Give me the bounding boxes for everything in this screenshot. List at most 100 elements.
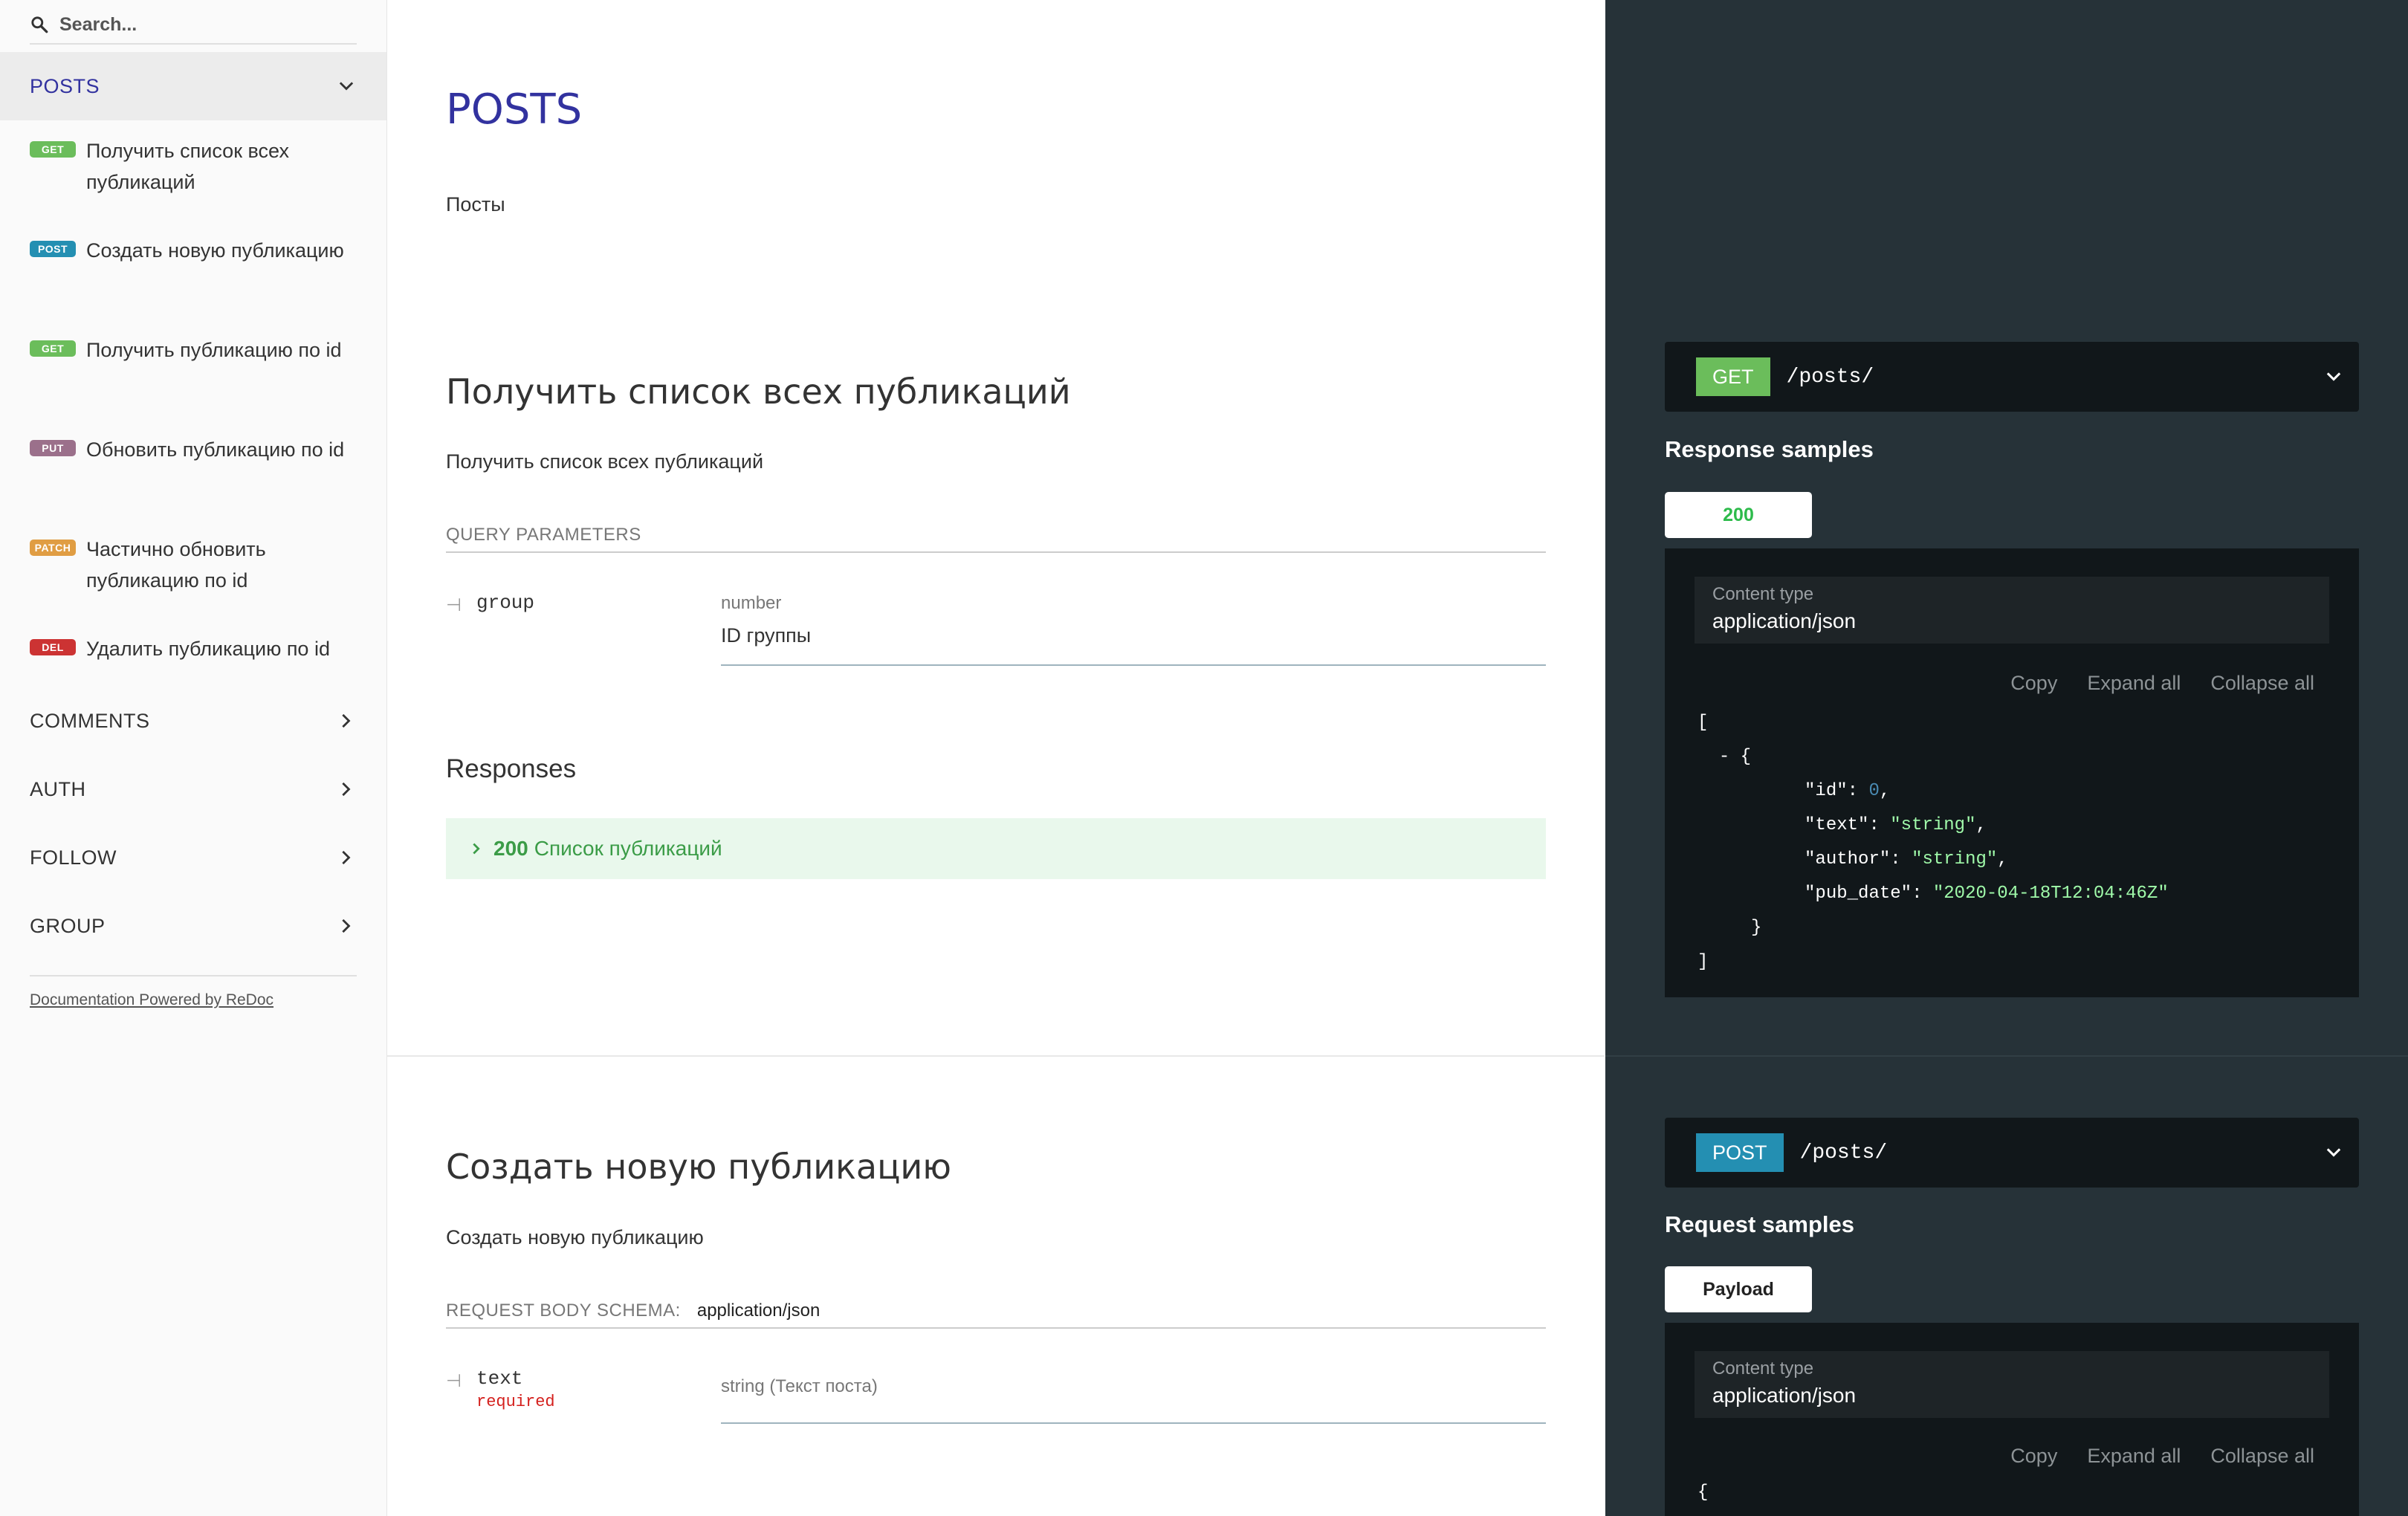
param-type: number xyxy=(721,593,782,613)
method-badge: POST xyxy=(30,241,76,257)
chevron-down-icon xyxy=(339,82,354,91)
chevron-down-icon xyxy=(2326,1148,2341,1157)
operation-description: Получить список всех публикаций xyxy=(446,450,764,473)
sidebar-item-label: Получить список всех публикаций xyxy=(86,140,289,193)
operation-title: Создать новую публикацию xyxy=(446,1147,952,1187)
collapse-all-button[interactable]: Collapse all xyxy=(2210,672,2314,695)
json-open-bracket: [ xyxy=(1697,713,1709,733)
json-key: "text" xyxy=(1805,815,1869,835)
param-name: group xyxy=(476,592,535,614)
endpoint-method: GET xyxy=(1696,357,1770,396)
param-tree-line-icon: ⊣ xyxy=(446,1371,462,1391)
method-badge: GET xyxy=(30,340,76,357)
sidebar-group-group[interactable]: GROUP xyxy=(0,892,386,960)
field-divider xyxy=(721,1422,1546,1424)
sidebar-item-patch-post[interactable]: PATCH Частично обновить публикацию по id xyxy=(0,519,386,618)
main-content: POSTS Посты Получить список всех публика… xyxy=(387,0,1605,1516)
sidebar-group-label: FOLLOW xyxy=(30,846,117,869)
code-sample-panel: Content type application/json Copy Expan… xyxy=(1665,1323,2359,1516)
sidebar-item-update-post[interactable]: PUT Обновить публикацию по id xyxy=(0,419,386,519)
field-name: text xyxy=(476,1367,523,1390)
chevron-down-icon xyxy=(2326,372,2341,381)
endpoint-path: /posts/ xyxy=(1799,1141,1888,1164)
json-sample: { xyxy=(1697,1476,1708,1510)
method-badge: DEL xyxy=(30,639,76,655)
sidebar-item-get-post-by-id[interactable]: GET Получить публикацию по id xyxy=(0,320,386,419)
content-type-value: application/json xyxy=(1712,1384,1857,1407)
response-tab-200[interactable]: 200 xyxy=(1665,492,1812,538)
content-type-value: application/json xyxy=(1712,609,1857,632)
code-actions: Copy Expand all Collapse all xyxy=(2010,672,2314,695)
samples-title: Response samples xyxy=(1665,436,1874,462)
responses-title: Responses xyxy=(446,754,577,783)
chevron-right-icon xyxy=(342,713,351,728)
sidebar-group-label: GROUP xyxy=(30,914,106,937)
payload-tab[interactable]: Payload xyxy=(1665,1266,1812,1312)
chevron-right-icon xyxy=(342,919,351,933)
endpoint-method: POST xyxy=(1696,1133,1784,1172)
method-badge: PATCH xyxy=(30,540,76,556)
json-close-bracket: ] xyxy=(1697,952,1709,972)
field-type: string (Текст поста) xyxy=(721,1376,878,1396)
sidebar-item-label: Создать новую публикацию xyxy=(86,239,344,262)
json-sample: [ - { "id": 0, "text": "string", "author… xyxy=(1697,713,2169,972)
tag-description: Посты xyxy=(446,193,505,216)
sidebar-item-label: Частично обновить публикацию по id xyxy=(86,538,266,592)
sidebar-group-posts[interactable]: POSTS xyxy=(0,52,386,120)
endpoint-toggle[interactable]: POST /posts/ xyxy=(1665,1118,2359,1188)
sidebar: POSTS GET Получить список всех публикаци… xyxy=(0,0,387,1516)
json-key: "pub_date" xyxy=(1805,884,1912,904)
sidebar-nav: POSTS GET Получить список всех публикаци… xyxy=(0,52,386,960)
search-input[interactable] xyxy=(59,13,342,36)
expand-all-button[interactable]: Expand all xyxy=(2087,672,2181,695)
json-value: "string" xyxy=(1890,815,1976,835)
sidebar-item-label: Обновить публикацию по id xyxy=(86,438,345,461)
schema-content-type: application/json xyxy=(696,1300,821,1321)
sidebar-group-label: COMMENTS xyxy=(30,709,150,732)
sidebar-item-label: Удалить публикацию по id xyxy=(86,638,330,660)
json-key: "id" xyxy=(1805,781,1848,801)
chevron-right-icon xyxy=(473,843,480,855)
schema-label: REQUEST BODY SCHEMA: xyxy=(446,1300,681,1321)
powered-by-redoc-link[interactable]: Documentation Powered by ReDoc xyxy=(30,975,357,1009)
operation-title: Получить список всех публикаций xyxy=(446,372,1071,412)
response-description: Список публикаций xyxy=(534,837,722,860)
sidebar-item-create-post[interactable]: POST Создать новую публикацию xyxy=(0,220,386,320)
content-type-box: Content type application/json xyxy=(1695,1351,2329,1418)
request-body-schema-header: REQUEST BODY SCHEMA: application/json xyxy=(446,1300,1546,1329)
sidebar-group-label: POSTS xyxy=(30,74,100,97)
json-collapse-toggle[interactable]: - { xyxy=(1719,747,1751,767)
search-icon xyxy=(31,16,48,33)
json-value: 0 xyxy=(1868,781,1880,801)
expand-all-button[interactable]: Expand all xyxy=(2087,1445,2181,1468)
param-description: ID группы xyxy=(721,624,812,647)
json-value: "string" xyxy=(1912,849,1998,869)
sidebar-item-delete-post[interactable]: DEL Удалить публикацию по id xyxy=(0,618,386,687)
response-200-toggle[interactable]: 200 Список публикаций xyxy=(446,818,1546,879)
sidebar-group-label: AUTH xyxy=(30,777,86,800)
endpoint-toggle[interactable]: GET /posts/ xyxy=(1665,342,2359,412)
method-badge: GET xyxy=(30,141,76,158)
content-type-label: Content type xyxy=(1712,584,1814,604)
copy-button[interactable]: Copy xyxy=(2010,1445,2057,1468)
sidebar-group-comments[interactable]: COMMENTS xyxy=(0,687,386,755)
collapse-all-button[interactable]: Collapse all xyxy=(2210,1445,2314,1468)
section-divider xyxy=(387,1055,1605,1057)
code-sample-panel: Content type application/json Copy Expan… xyxy=(1665,548,2359,997)
sidebar-item-get-posts[interactable]: GET Получить список всех публикаций xyxy=(0,120,386,220)
search-bar xyxy=(30,6,357,45)
samples-panel: GET /posts/ Response samples 200 Content… xyxy=(1605,0,2408,1516)
sidebar-group-auth[interactable]: AUTH xyxy=(0,755,386,823)
samples-title: Request samples xyxy=(1665,1211,1854,1237)
param-tree-line-icon: ⊣ xyxy=(446,595,462,615)
chevron-right-icon xyxy=(342,850,351,865)
query-params-header: QUERY PARAMETERS xyxy=(446,525,1546,553)
sidebar-group-follow[interactable]: FOLLOW xyxy=(0,823,386,892)
operation-description: Создать новую публикацию xyxy=(446,1226,704,1248)
copy-button[interactable]: Copy xyxy=(2010,672,2057,695)
sidebar-item-label: Получить публикацию по id xyxy=(86,339,342,361)
content-type-label: Content type xyxy=(1712,1358,1814,1379)
json-value: "2020-04-18T12:04:46Z" xyxy=(1932,884,2169,904)
response-code: 200 xyxy=(493,837,528,860)
endpoint-path: /posts/ xyxy=(1786,365,1874,389)
